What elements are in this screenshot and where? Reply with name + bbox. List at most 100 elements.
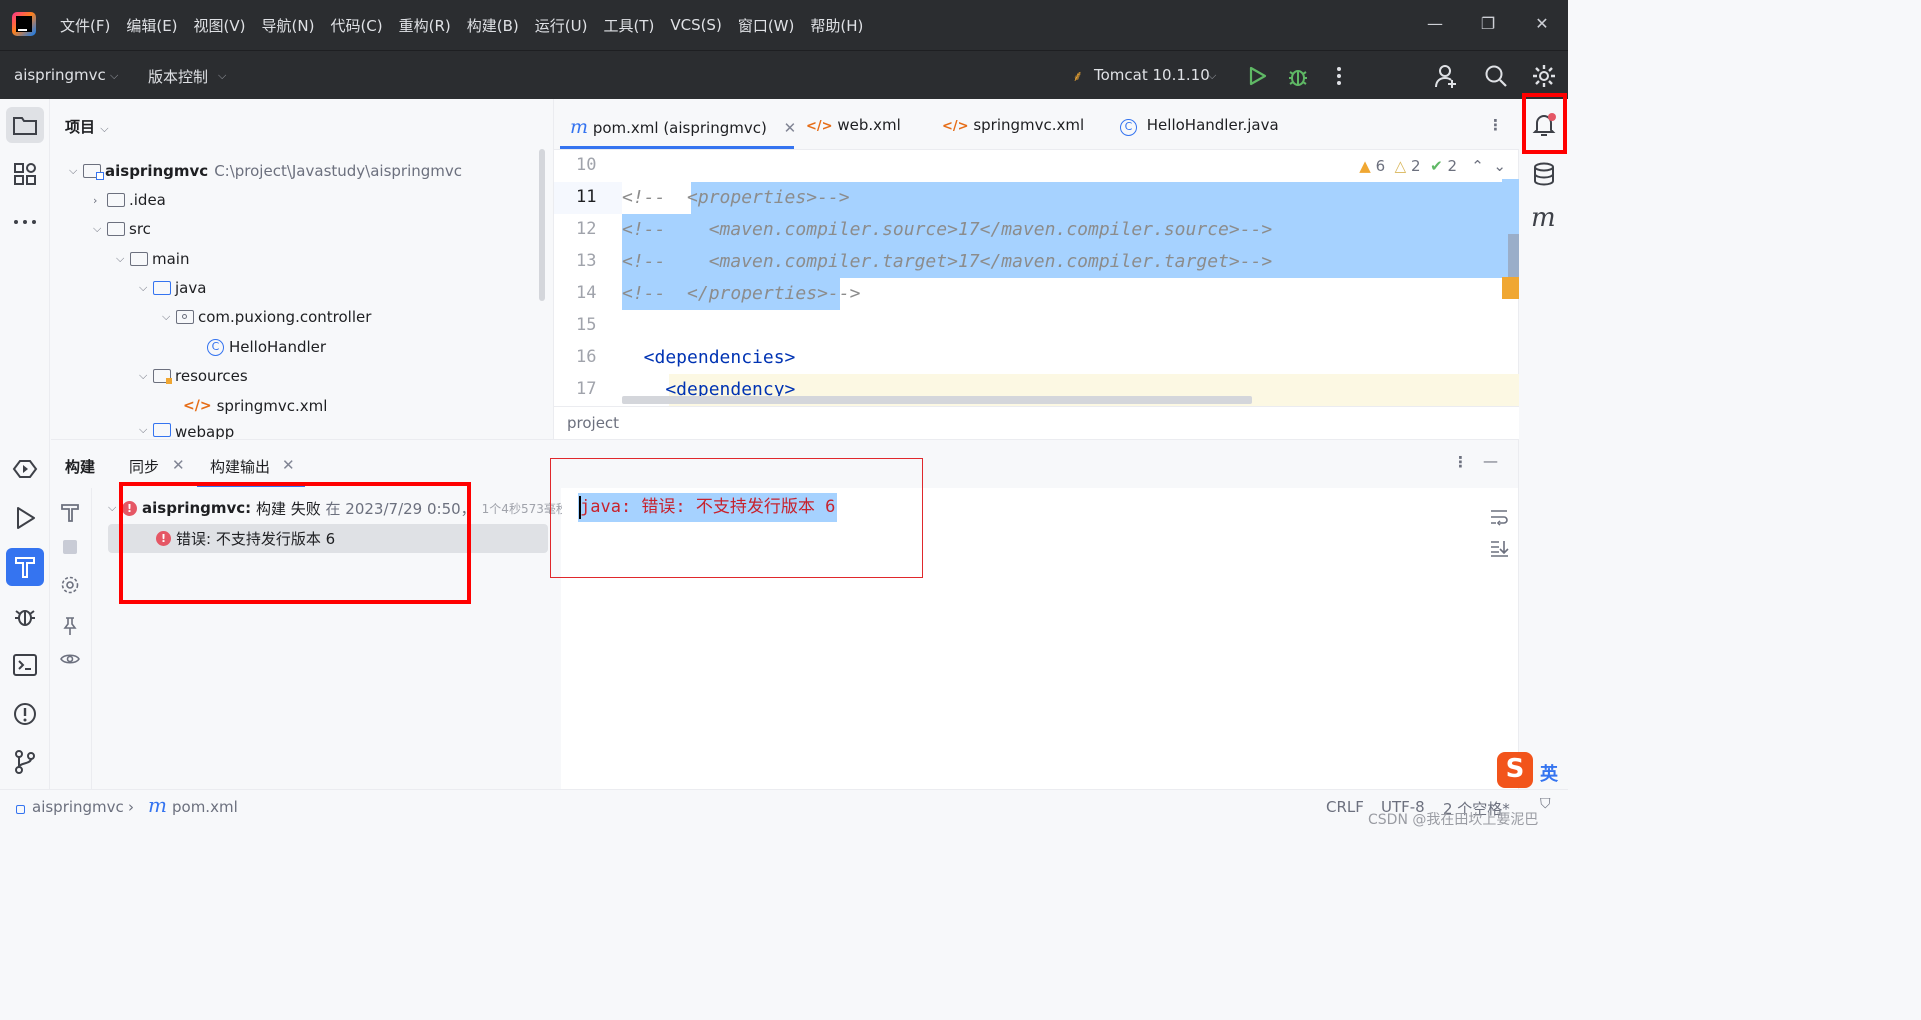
xml-file-icon: </>	[942, 119, 969, 134]
tree-row-webapp[interactable]: ⌵ webapp	[139, 423, 234, 439]
debug-tool-icon[interactable]	[10, 601, 40, 631]
module-folder-icon	[83, 164, 104, 180]
tree-row-main[interactable]: ⌵ main	[116, 247, 189, 271]
tree-row-root[interactable]: ⌵ aispringmvc C:\project\Javastudy\aispr…	[69, 159, 462, 183]
minimize-icon[interactable]: —	[1425, 14, 1445, 36]
horizontal-scrollbar[interactable]	[622, 396, 1252, 404]
database-icon[interactable]	[1529, 159, 1559, 189]
tree-row-package[interactable]: ⌵ com.puxiong.controller	[162, 305, 371, 329]
add-user-icon[interactable]	[1434, 63, 1460, 89]
check-icon: ✔	[1430, 157, 1443, 175]
code-line-16[interactable]: <dependencies>	[622, 342, 796, 374]
run-tool-icon[interactable]	[10, 503, 40, 533]
tree-row-resources[interactable]: ⌵ resources	[139, 364, 248, 388]
tree-row-hellohandler[interactable]: C HelloHandler	[207, 335, 326, 359]
chevron-right-icon: ›	[93, 193, 98, 207]
menu-file[interactable]: 文件(F)	[52, 15, 118, 36]
close-icon[interactable]: ✕	[1532, 14, 1552, 36]
tree-item-label: springmvc.xml	[216, 397, 328, 415]
line-separator-widget[interactable]: CRLF	[1326, 798, 1364, 816]
menu-run[interactable]: 运行(U)	[527, 15, 596, 36]
menu-vcs[interactable]: VCS(S)	[662, 16, 729, 34]
project-panel-title[interactable]: 项目 ⌵	[65, 116, 109, 137]
project-folder-icon[interactable]	[10, 110, 40, 140]
menu-help[interactable]: 帮助(H)	[802, 15, 871, 36]
close-tab-icon[interactable]: ✕	[282, 456, 295, 474]
tab-build-output[interactable]: 构建输出	[210, 456, 270, 477]
project-switcher[interactable]: aispringmvc	[14, 66, 106, 84]
editor-area: m pom.xml (aispringmvc) ✕ </> web.xml </…	[553, 99, 1519, 439]
intellij-logo-icon[interactable]	[12, 12, 36, 36]
problems-icon[interactable]	[10, 699, 40, 729]
build-tool-title[interactable]: 构建	[65, 456, 95, 477]
tree-row-src[interactable]: ⌵ src	[93, 217, 151, 241]
restore-icon[interactable]: ❐	[1478, 14, 1498, 36]
run-icon[interactable]	[1244, 63, 1270, 89]
tab-pom-xml[interactable]: m pom.xml (aispringmvc) ✕	[570, 116, 796, 138]
hide-panel-icon[interactable]: —	[1483, 452, 1498, 470]
tree-item-label: resources	[175, 367, 248, 385]
tab-sync[interactable]: 同步	[129, 456, 159, 477]
pin-icon[interactable]	[59, 615, 81, 637]
menu-refactor[interactable]: 重构(R)	[391, 15, 459, 36]
tree-row-springmvc-xml[interactable]: </> springmvc.xml	[183, 394, 327, 418]
structure-icon[interactable]	[10, 159, 40, 189]
search-icon[interactable]	[1483, 63, 1509, 89]
status-project[interactable]: aispringmvc	[32, 798, 124, 816]
menu-edit[interactable]: 编辑(E)	[118, 15, 185, 36]
chevron-down-icon: ⌵	[139, 369, 148, 382]
tab-hellohandler-java[interactable]: C HelloHandler.java	[1120, 116, 1279, 136]
project-scrollbar[interactable]	[539, 149, 545, 301]
next-highlight-icon[interactable]: ⌄	[1493, 157, 1506, 175]
tab-springmvc-xml[interactable]: </> springmvc.xml	[942, 116, 1084, 134]
chevron-down-icon: ⌵	[93, 222, 102, 235]
tab-web-xml[interactable]: </> web.xml	[806, 116, 901, 134]
vcs-widget[interactable]: 版本控制	[148, 66, 208, 87]
right-tool-strip: m	[1518, 99, 1568, 789]
status-file[interactable]: pom.xml	[172, 798, 238, 816]
options-more-icon[interactable]: ⋮	[1453, 453, 1468, 471]
soft-wrap-icon[interactable]	[1488, 506, 1510, 528]
csdn-watermark: CSDN @我在田坎上要泥巴	[1368, 812, 1539, 828]
more-actions-icon[interactable]	[1326, 63, 1352, 89]
breadcrumb-project[interactable]: project	[567, 414, 619, 432]
terminal-icon[interactable]	[10, 650, 40, 680]
maven-icon[interactable]: m	[1531, 203, 1556, 233]
line-number: 16	[576, 347, 597, 367]
previous-highlight-icon[interactable]: ⌃	[1471, 157, 1484, 175]
services-icon[interactable]	[10, 454, 40, 484]
sogou-ime-icon[interactable]: S	[1497, 752, 1533, 788]
menu-build[interactable]: 构建(B)	[459, 15, 527, 36]
tree-row-java[interactable]: ⌵ java	[139, 276, 206, 300]
menu-tools[interactable]: 工具(T)	[595, 15, 662, 36]
menu-code[interactable]: 代码(C)	[322, 15, 390, 36]
close-tab-icon[interactable]: ✕	[784, 119, 797, 137]
code-line-12[interactable]: <!-- <maven.compiler.source>17</maven.co…	[622, 214, 1272, 246]
debug-icon[interactable]	[1285, 63, 1311, 89]
build-hammer-icon[interactable]	[10, 552, 40, 582]
more-tools-icon[interactable]	[10, 207, 40, 237]
settings-gear-icon[interactable]	[59, 574, 81, 596]
run-config-selector[interactable]: Tomcat 10.1.10	[1094, 66, 1210, 84]
eye-icon[interactable]	[59, 648, 81, 670]
scroll-to-end-icon[interactable]	[1488, 537, 1510, 559]
tree-row-idea[interactable]: › .idea	[93, 188, 166, 212]
menu-navigate[interactable]: 导航(N)	[254, 15, 323, 36]
menu-view[interactable]: 视图(V)	[186, 15, 254, 36]
code-line-14[interactable]: <!-- </properties>-->	[622, 278, 860, 310]
stop-icon[interactable]	[63, 540, 77, 554]
settings-gear-icon[interactable]	[1531, 63, 1557, 89]
lock-icon[interactable]: ⛉	[1540, 796, 1551, 812]
git-branch-icon[interactable]	[10, 747, 40, 777]
ime-mode-label[interactable]: 英	[1540, 760, 1558, 786]
menu-window[interactable]: 窗口(W)	[730, 15, 803, 36]
code-line-13[interactable]: <!-- <maven.compiler.target>17</maven.co…	[622, 246, 1272, 278]
code-line-11[interactable]: <!-- <properties>-->	[622, 182, 850, 214]
close-tab-icon[interactable]: ✕	[172, 456, 185, 474]
build-hammer-icon[interactable]	[59, 502, 81, 524]
tabs-more-icon[interactable]: ⋮	[1488, 116, 1503, 134]
warning-icon: ▲	[1359, 157, 1371, 175]
maven-file-icon: m	[148, 793, 167, 817]
inspection-widget[interactable]: ▲ 6 △ 2 ✔ 2 ⌃ ⌄	[1359, 157, 1506, 175]
main-toolbar: aispringmvc ⌵ 版本控制 ⌵ ⸙ Tomcat 10.1.10 ⌵	[0, 50, 1568, 99]
